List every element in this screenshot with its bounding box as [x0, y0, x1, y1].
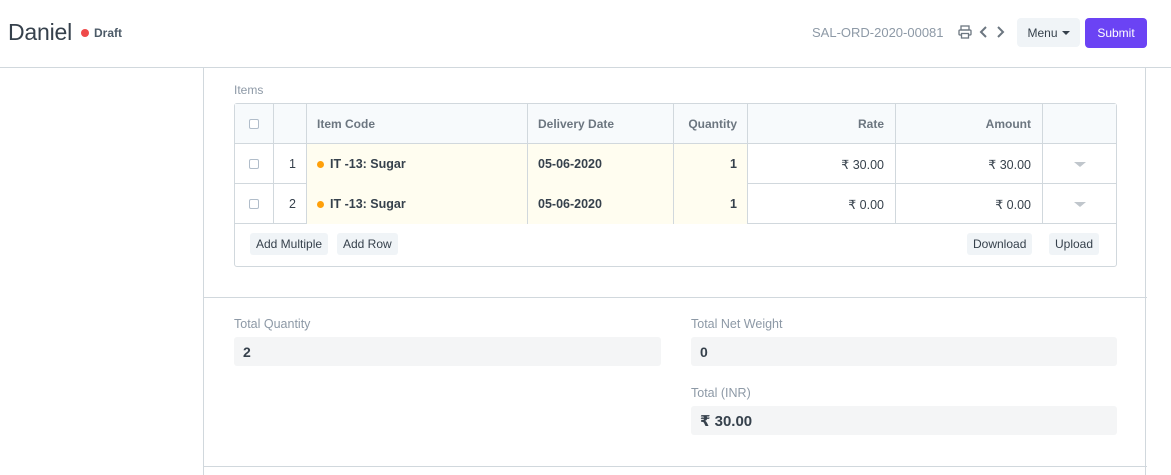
column-header-item-code: Item Code — [307, 104, 528, 144]
add-multiple-button[interactable]: Add Multiple — [250, 233, 329, 255]
row-expand-icon[interactable] — [1073, 201, 1086, 207]
total-inr-field: ₹ 30.00 — [691, 406, 1117, 435]
row-expand-icon[interactable] — [1073, 161, 1086, 167]
item-status-dot-icon — [317, 160, 324, 168]
upload-button[interactable]: Upload — [1049, 233, 1100, 255]
item-code-value: IT -13: Sugar — [330, 157, 406, 171]
select-all-checkbox[interactable] — [249, 119, 259, 129]
select-all-cell — [235, 104, 274, 144]
row-actions-cell[interactable] — [1043, 184, 1116, 224]
printer-icon[interactable] — [958, 25, 972, 39]
items-table: Item Code Delivery Date Quantity Rate Am… — [234, 103, 1117, 267]
quantity-cell[interactable]: 1 — [674, 144, 748, 184]
chevron-left-icon[interactable] — [978, 24, 990, 40]
column-header-actions — [1043, 104, 1116, 144]
row-select-cell — [235, 144, 274, 184]
form-layout: Items Item Code Delivery Date Quantity R… — [203, 68, 1147, 475]
download-button[interactable]: Download — [967, 233, 1033, 255]
submit-button[interactable]: Submit — [1085, 18, 1147, 48]
document-name: SAL-ORD-2020-00081 — [812, 25, 944, 40]
rate-cell[interactable]: ₹ 30.00 — [748, 144, 896, 184]
chevron-right-icon[interactable] — [994, 24, 1006, 40]
quantity-cell[interactable]: 1 — [674, 184, 748, 224]
section-divider — [204, 297, 1147, 298]
caret-down-icon — [1061, 30, 1070, 35]
row-select-cell — [235, 184, 274, 224]
total-inr-label: Total (INR) — [691, 386, 751, 400]
row-index: 2 — [274, 184, 307, 224]
table-row[interactable]: 1 IT -13: Sugar 05-06-2020 1 ₹ 30.00 ₹ 3… — [235, 144, 1116, 184]
column-header-amount: Amount — [896, 104, 1043, 144]
row-index: 1 — [274, 144, 307, 184]
index-header — [274, 104, 307, 144]
item-code-cell[interactable]: IT -13: Sugar — [307, 144, 528, 184]
column-header-delivery-date: Delivery Date — [528, 104, 674, 144]
status-badge: Draft — [81, 26, 122, 40]
page-title: Daniel — [8, 19, 73, 45]
menu-button-label: Menu — [1027, 25, 1058, 40]
add-row-button[interactable]: Add Row — [337, 233, 398, 255]
rate-cell[interactable]: ₹ 0.00 — [748, 184, 896, 224]
amount-cell: ₹ 30.00 — [896, 144, 1043, 184]
total-quantity-field: 2 — [234, 337, 661, 366]
table-row[interactable]: 2 IT -13: Sugar 05-06-2020 1 ₹ 0.00 ₹ 0.… — [235, 184, 1116, 224]
table-header-row: Item Code Delivery Date Quantity Rate Am… — [235, 104, 1116, 144]
total-net-weight-field: 0 — [691, 337, 1117, 366]
status-label: Draft — [94, 26, 123, 40]
delivery-date-cell[interactable]: 05-06-2020 — [528, 144, 674, 184]
row-actions-cell[interactable] — [1043, 144, 1116, 184]
row-checkbox[interactable] — [249, 199, 259, 209]
page-header: Daniel Draft SAL-ORD-2020-00081 Menu Sub… — [0, 0, 1171, 68]
column-header-rate: Rate — [748, 104, 896, 144]
section-divider — [204, 466, 1147, 467]
item-code-value: IT -13: Sugar — [330, 197, 406, 211]
menu-button[interactable]: Menu — [1017, 18, 1080, 47]
total-net-weight-label: Total Net Weight — [691, 317, 783, 331]
column-header-quantity: Quantity — [674, 104, 748, 144]
amount-cell: ₹ 0.00 — [896, 184, 1043, 224]
delivery-date-cell[interactable]: 05-06-2020 — [528, 184, 674, 224]
status-dot-icon — [81, 29, 89, 37]
item-status-dot-icon — [317, 200, 324, 208]
total-quantity-label: Total Quantity — [234, 317, 311, 331]
items-section-label: Items — [234, 83, 264, 97]
row-checkbox[interactable] — [249, 159, 259, 169]
item-code-cell[interactable]: IT -13: Sugar — [307, 184, 528, 224]
table-footer: Add Multiple Add Row Download Upload — [235, 224, 1116, 266]
